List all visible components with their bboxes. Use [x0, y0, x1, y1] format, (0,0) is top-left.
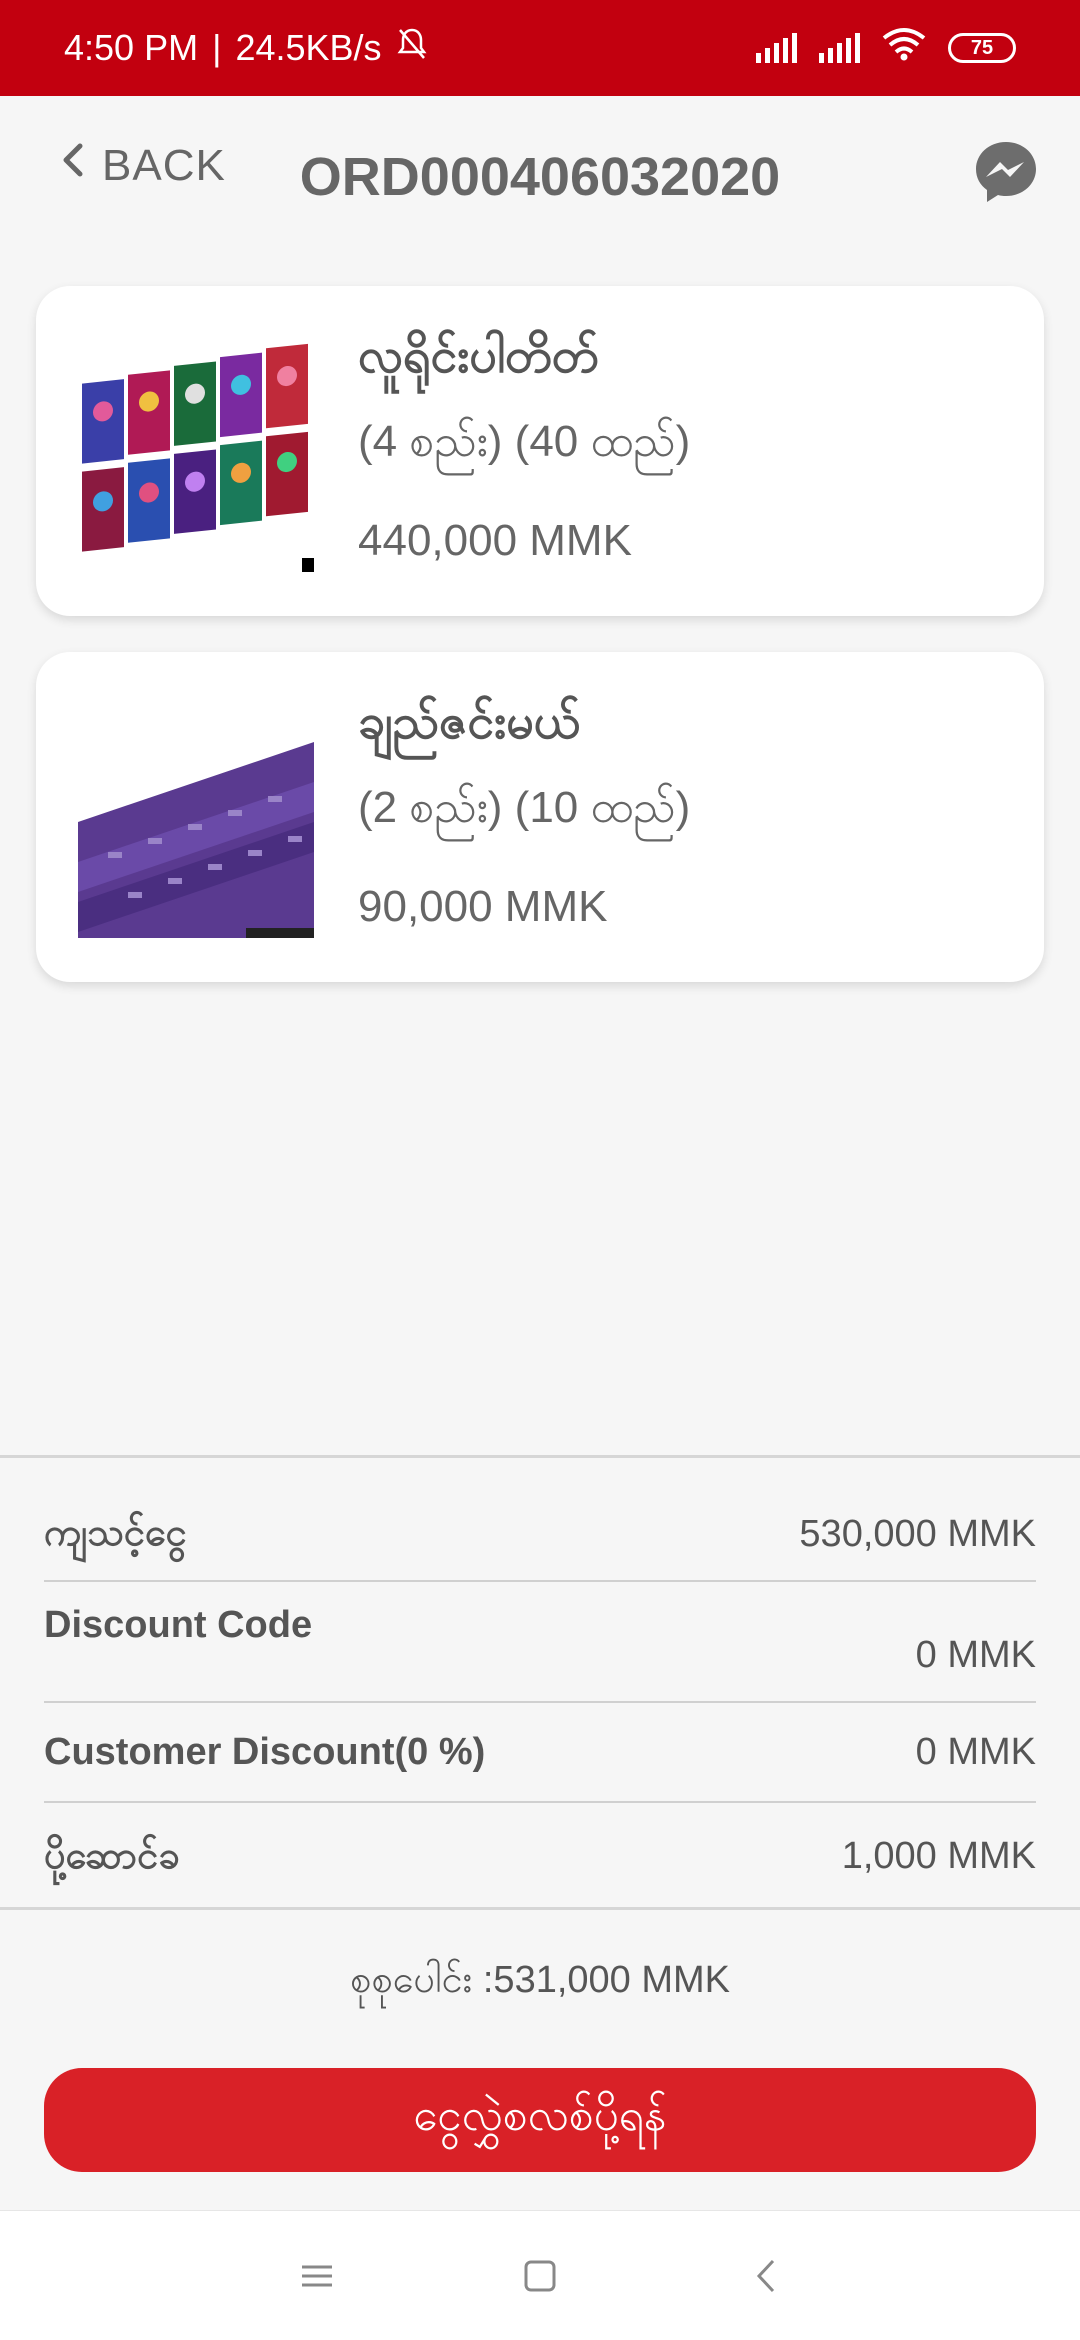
status-time: 4:50 PM: [64, 27, 199, 68]
send-payment-slip-button[interactable]: ငွေလွှဲစလစ်ပို့ရန်: [44, 2068, 1036, 2172]
messenger-button[interactable]: [972, 138, 1040, 206]
messenger-icon: [972, 142, 1040, 210]
square-icon: [515, 2260, 565, 2305]
home-nav-button[interactable]: [515, 2251, 565, 2301]
signal-icon: [756, 33, 797, 63]
discount-code-value: 0 MMK: [915, 1634, 1036, 1676]
chevron-left-icon: [743, 2259, 793, 2305]
menu-nav-button[interactable]: [292, 2251, 342, 2301]
signal-icon: [819, 33, 860, 63]
customer-discount-value: 0 MMK: [915, 1731, 1036, 1773]
product-image: [78, 336, 314, 572]
discount-code-label: Discount Code: [44, 1604, 313, 1646]
delivery-fee-label: ပို့ဆောင်ခ: [44, 1835, 180, 1877]
status-network-speed: 24.5KB/s: [235, 27, 382, 68]
customer-discount-row: Customer Discount(0 %) 0 MMK: [44, 1703, 1036, 1803]
item-name: ချည်ဇင်းမယ်: [358, 696, 581, 749]
delivery-fee-value: 1,000 MMK: [841, 1835, 1036, 1877]
product-image: [78, 702, 314, 938]
menu-icon: [292, 2265, 342, 2305]
status-bar: 4:50 PM | 24.5KB/s 75: [0, 0, 1080, 96]
order-id-title: ORD000406032020: [299, 147, 781, 207]
order-item-card[interactable]: ချည်ဇင်းမယ် (2 စည်း) (10 ထည်) 90,000 MMK: [36, 652, 1044, 982]
battery-level: 75: [970, 36, 994, 59]
delivery-fee-row: ပို့ဆောင်ခ 1,000 MMK: [44, 1803, 1036, 1910]
discount-code-row: Discount Code 0 MMK: [44, 1582, 1036, 1703]
customer-discount-label: Customer Discount(0 %): [44, 1731, 486, 1773]
item-price: 440,000 MMK: [358, 516, 632, 565]
order-item-card[interactable]: လူရိုင်းပါတိတ် (4 စည်း) (40 ထည်) 440,000…: [36, 286, 1044, 616]
item-quantity: (2 စည်း) (10 ထည်): [358, 783, 691, 832]
wifi-icon: [882, 27, 926, 70]
app-header: BACK ORD000406032020: [0, 96, 1080, 256]
battery-icon: 75: [948, 33, 1016, 63]
subtotal-row: ကျသင့်ငွေ 530,000 MMK: [44, 1458, 1036, 1582]
item-name: လူရိုင်းပါတိတ်: [358, 330, 599, 383]
subtotal-label: ကျသင့်ငွေ: [44, 1512, 187, 1554]
item-price: 90,000 MMK: [358, 882, 608, 931]
order-total: စုစုပေါင်း :531,000 MMK: [349, 1959, 731, 2001]
back-nav-button[interactable]: [743, 2251, 793, 2301]
order-summary: ကျသင့်ငွေ 530,000 MMK Discount Code 0 MM…: [0, 1455, 1080, 1910]
item-quantity: (4 စည်း) (40 ထည်): [358, 417, 691, 466]
system-nav-bar: [0, 2210, 1080, 2340]
mute-bell-icon: [396, 27, 428, 70]
subtotal-value: 530,000 MMK: [799, 1513, 1036, 1555]
status-separator: |: [212, 27, 222, 68]
